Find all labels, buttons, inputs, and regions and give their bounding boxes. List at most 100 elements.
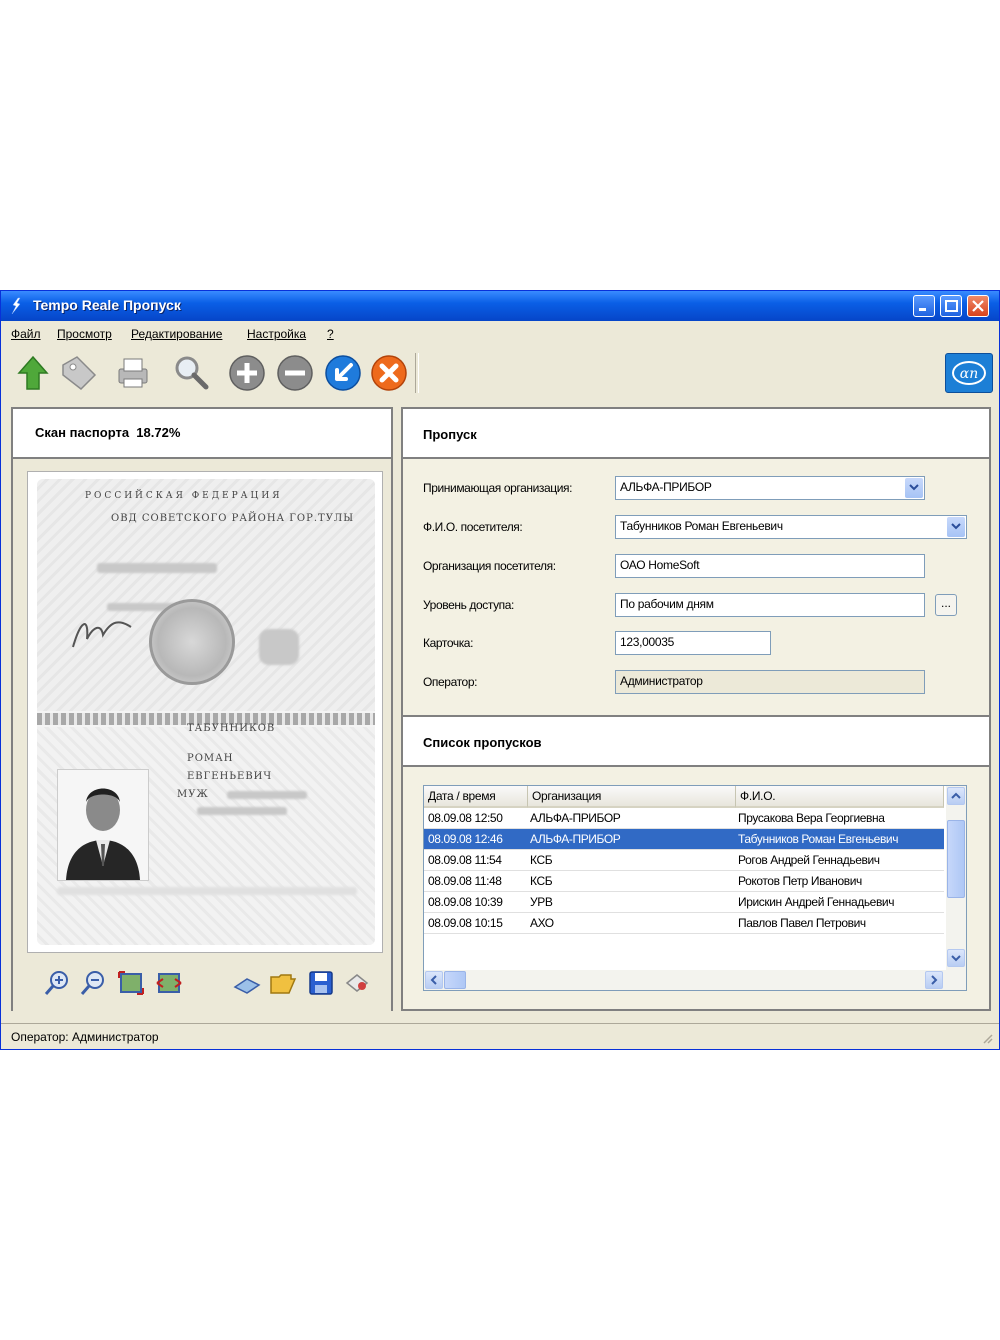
visitor-org-field[interactable]: ОАО HomeSoft	[615, 554, 925, 578]
pass-panel-header: Пропуск	[403, 409, 989, 457]
access-level-field[interactable]: По рабочим дням	[615, 593, 925, 617]
menu-view[interactable]: Просмотр	[57, 327, 112, 341]
passport-bottom-page: ТАБУННИКОВ РОМАН ЕВГЕНЬЕВИЧ МУЖ	[37, 723, 375, 945]
cell-date: 08.09.08 11:48	[428, 874, 502, 888]
scan-zoom-level: 18.72%	[136, 425, 181, 440]
menu-edit[interactable]: Редактирование	[131, 327, 222, 341]
passport-photo	[57, 769, 149, 881]
passes-table[interactable]: Дата / время Организация Ф.И.О. 08.09.08…	[423, 785, 967, 991]
table-row[interactable]: 08.09.08 12:50 АЛЬФА-ПРИБОР Прусакова Ве…	[424, 808, 944, 829]
cell-org: УРВ	[530, 895, 553, 909]
chevron-down-icon	[951, 523, 961, 530]
window-title: Tempo Reale Пропуск	[33, 297, 181, 313]
access-level-label: Уровень доступа:	[423, 598, 514, 612]
scanner-icon[interactable]	[233, 969, 261, 997]
search-icon[interactable]	[171, 353, 211, 393]
scroll-down-button[interactable]	[947, 949, 965, 967]
column-header-fio[interactable]: Ф.И.О.	[736, 786, 944, 808]
status-bar: Оператор: Администратор	[1, 1023, 999, 1050]
zoom-in-icon[interactable]	[43, 969, 71, 997]
pass-panel-title: Пропуск	[423, 427, 477, 442]
card-value: 123,00035	[620, 635, 675, 649]
table-row[interactable]: 08.09.08 11:54 КСБ Рогов Андрей Геннадье…	[424, 850, 944, 871]
column-header-org[interactable]: Организация	[528, 786, 736, 808]
scroll-thumb[interactable]	[947, 820, 965, 898]
scroll-left-button[interactable]	[425, 971, 443, 989]
menu-settings[interactable]: Настройка	[247, 327, 306, 341]
scan-panel-header: Скан паспорта 18.72%	[13, 409, 391, 457]
arrow-up-icon[interactable]	[13, 353, 53, 393]
zoom-out-icon[interactable]	[79, 969, 107, 997]
access-level-browse-button[interactable]: ...	[935, 594, 957, 616]
fit-width-icon[interactable]	[155, 969, 183, 997]
operator-label: Оператор:	[423, 675, 478, 689]
passport-image: РОССИЙСКАЯ ФЕДЕРАЦИЯ ОВД СОВЕТСКОГО РАЙО…	[37, 479, 375, 945]
close-button[interactable]	[967, 295, 989, 317]
tag-icon[interactable]	[59, 353, 99, 393]
cell-fio: Павлов Павел Петрович	[738, 916, 866, 930]
toolbar-separator	[415, 353, 419, 393]
fio-dropdown-button[interactable]	[947, 517, 965, 537]
chevron-down-icon	[951, 955, 961, 962]
printer-icon[interactable]	[113, 353, 153, 393]
visitor-org-label: Организация посетителя:	[423, 559, 556, 573]
cell-org: АХО	[530, 916, 554, 930]
app-icon	[11, 297, 21, 315]
horizontal-scrollbar[interactable]	[424, 970, 966, 990]
menu-bar: Файл Просмотр Редактирование Настройка ?	[1, 323, 999, 345]
table-row[interactable]: 08.09.08 10:15 АХО Павлов Павел Петрович	[424, 913, 944, 934]
maximize-icon	[945, 300, 958, 312]
scroll-up-button[interactable]	[947, 787, 965, 805]
cell-date: 08.09.08 10:15	[428, 916, 503, 930]
passport-surname: ТАБУННИКОВ	[187, 723, 276, 734]
horizontal-scroll-thumb[interactable]	[444, 971, 466, 989]
resize-grip-icon[interactable]	[981, 1032, 993, 1044]
cell-date: 08.09.08 12:50	[428, 811, 503, 825]
chevron-up-icon	[951, 792, 961, 799]
table-row[interactable]: 08.09.08 11:48 КСБ Рокотов Петр Иванович	[424, 871, 944, 892]
minimize-icon	[919, 308, 926, 311]
org-dropdown-button[interactable]	[905, 478, 923, 498]
open-folder-icon[interactable]	[269, 969, 297, 997]
maximize-button[interactable]	[940, 295, 962, 317]
minimize-button[interactable]	[913, 295, 935, 317]
cell-fio: Прусакова Вера Георгиевна	[738, 811, 885, 825]
table-row-selected[interactable]: 08.09.08 12:46 АЛЬФА-ПРИБОР Табунников Р…	[424, 829, 944, 850]
title-bar[interactable]: Tempo Reale Пропуск	[1, 291, 999, 321]
scroll-right-button[interactable]	[925, 971, 943, 989]
passport-issued-by: ОВД СОВЕТСКОГО РАЙОНА ГОР.ТУЛЫ	[111, 513, 355, 524]
fio-value: Табунников Роман Евгеньевич	[620, 519, 783, 533]
remove-icon[interactable]	[275, 353, 315, 393]
erase-icon[interactable]	[343, 969, 371, 997]
save-icon[interactable]	[307, 969, 335, 997]
org-label: Принимающая организация:	[423, 481, 573, 495]
menu-help[interactable]: ?	[327, 327, 334, 341]
cell-date: 08.09.08 12:46	[428, 832, 503, 846]
list-panel-title: Список пропусков	[423, 735, 542, 750]
company-logo: αn	[945, 353, 993, 393]
org-select[interactable]: АЛЬФА-ПРИБОР	[615, 476, 925, 500]
cell-fio: Ирискин Андрей Геннадьевич	[738, 895, 895, 909]
table-header: Дата / время Организация Ф.И.О.	[424, 786, 944, 808]
passport-patronymic: ЕВГЕНЬЕВИЧ	[187, 771, 273, 782]
confirm-icon[interactable]	[323, 353, 363, 393]
column-header-date[interactable]: Дата / время	[424, 786, 528, 808]
scan-toolbar	[27, 963, 387, 1003]
table-row[interactable]: 08.09.08 10:39 УРВ Ирискин Андрей Геннад…	[424, 892, 944, 913]
cell-fio: Табунников Роман Евгеньевич	[738, 832, 899, 846]
fio-select[interactable]: Табунников Роман Евгеньевич	[615, 515, 967, 539]
cancel-icon[interactable]	[369, 353, 409, 393]
card-field[interactable]: 123,00035	[615, 631, 771, 655]
fio-label: Ф.И.О. посетителя:	[423, 520, 523, 534]
scan-panel-title: Скан паспорта	[35, 425, 130, 440]
logo-text: αn	[952, 361, 986, 385]
operator-value: Администратор	[620, 674, 703, 688]
fit-page-icon[interactable]	[117, 969, 145, 997]
add-icon[interactable]	[227, 353, 267, 393]
vertical-scrollbar[interactable]	[946, 786, 966, 970]
chevron-right-icon	[931, 975, 938, 985]
visitor-org-value: ОАО HomeSoft	[620, 558, 700, 572]
menu-file[interactable]: Файл	[11, 327, 41, 341]
chevron-left-icon	[430, 975, 437, 985]
passport-sex: МУЖ	[177, 789, 209, 800]
